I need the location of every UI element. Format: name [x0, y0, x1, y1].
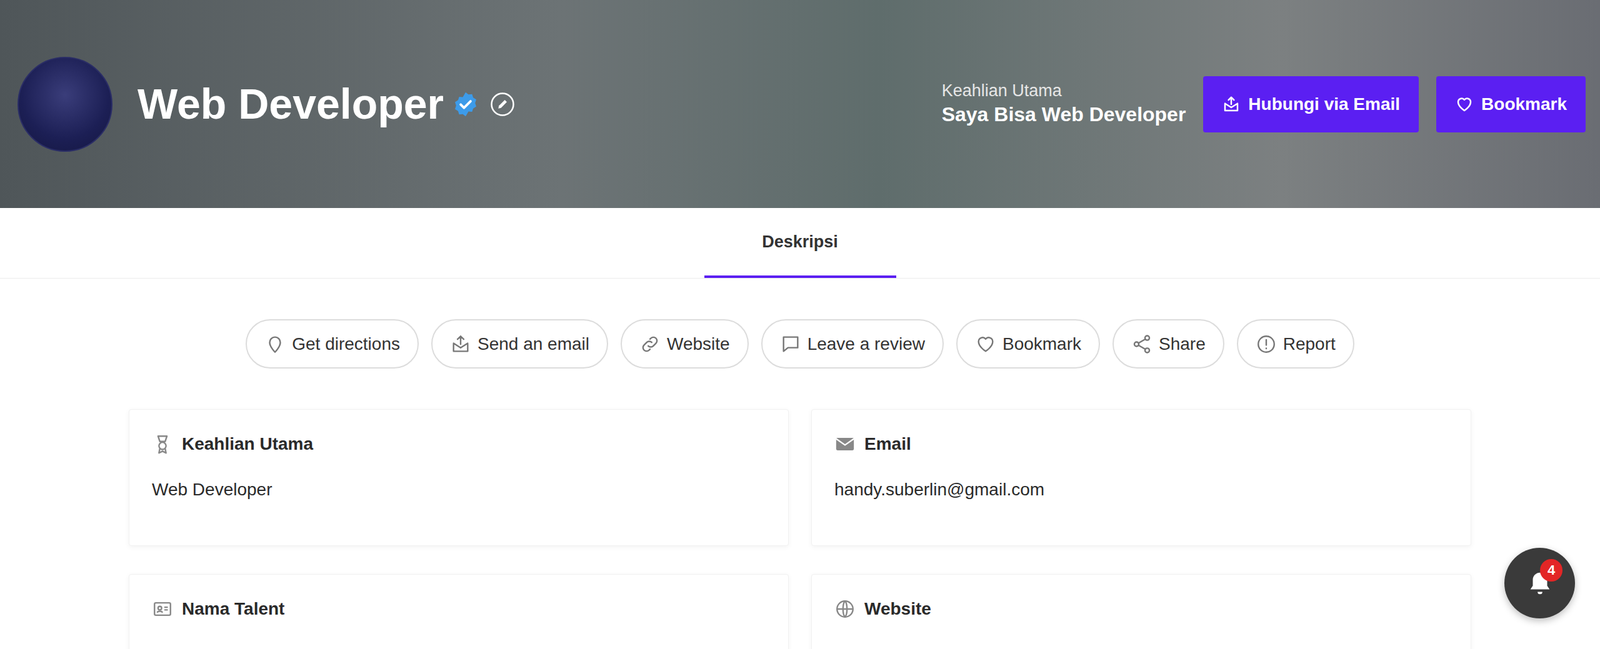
link-icon [639, 333, 661, 355]
detail-card: Website [811, 574, 1472, 649]
action-button[interactable]: Share [1112, 319, 1225, 369]
card-header: Nama Talent [151, 598, 766, 620]
mail-icon [834, 433, 856, 455]
headline-label: Keahlian Utama [941, 80, 1187, 102]
pin-icon [264, 333, 286, 355]
profile-heading: Web Developer [17, 56, 515, 152]
card-title: Email [864, 434, 912, 455]
card-title: Keahlian Utama [181, 434, 314, 455]
notification-count: 4 [1540, 559, 1563, 582]
card-title: Website [864, 599, 932, 620]
heart-icon [1455, 95, 1474, 114]
detail-card: Email handy.suberlin@gmail.com [811, 409, 1472, 547]
hero-banner: Web Developer Keahlian UtamaSaya Bisa Web… [0, 0, 1600, 209]
card-header: Website [834, 598, 1449, 620]
action-button[interactable]: Get directions [245, 319, 419, 369]
action-button[interactable]: Leave a review [761, 319, 944, 369]
listing-title: Web Developer [137, 78, 444, 130]
heart-icon [975, 333, 997, 355]
verified-badge-icon [452, 91, 479, 118]
hero-button[interactable]: Hubungi via Email [1203, 76, 1419, 133]
action-button[interactable]: Send an email [431, 319, 609, 369]
detail-card: Nama Talent [128, 574, 789, 649]
idcard-icon [151, 598, 174, 620]
info-icon [1255, 333, 1277, 355]
detail-cards: Keahlian Utama Web Developer Email handy.su… [128, 409, 1472, 649]
tab-bar: Deskripsi [0, 208, 1600, 279]
avatar-image [17, 56, 113, 152]
listing-page: Web DeveloperKeahlian UtamaSaya Bisa Web… [0, 0, 1600, 649]
action-row: Get directionsSend an emailWebsiteLeave … [0, 319, 1600, 369]
hero-button[interactable]: Bookmark [1436, 76, 1586, 133]
tab[interactable]: Deskripsi [704, 208, 897, 279]
award-icon [151, 433, 174, 455]
card-header: Email [834, 433, 1449, 455]
hero-actions: Keahlian UtamaSaya Bisa Web Developer Hub… [941, 76, 1586, 133]
card-value: Web Developer [151, 480, 766, 500]
card-value: handy.suberlin@gmail.com [834, 480, 1449, 500]
card-title: Nama Talent [181, 599, 285, 620]
edit-pencil-icon[interactable] [490, 91, 515, 117]
headline-value: Saya Bisa Web Developer [941, 101, 1187, 129]
action-button[interactable]: Website [620, 319, 749, 369]
headline: Keahlian UtamaSaya Bisa Web Developer [941, 80, 1187, 129]
detail-card: Keahlian Utama Web Developer [128, 409, 789, 547]
send-email-icon [1221, 95, 1241, 114]
action-button[interactable]: Bookmark [956, 319, 1100, 369]
share-icon [1131, 333, 1153, 355]
card-header: Keahlian Utama [151, 433, 766, 455]
globe-icon [834, 598, 856, 620]
action-button[interactable]: Report [1236, 319, 1355, 369]
notification-button[interactable]: 4 [1504, 548, 1575, 619]
comment-icon [780, 333, 802, 355]
send-icon [450, 333, 472, 355]
